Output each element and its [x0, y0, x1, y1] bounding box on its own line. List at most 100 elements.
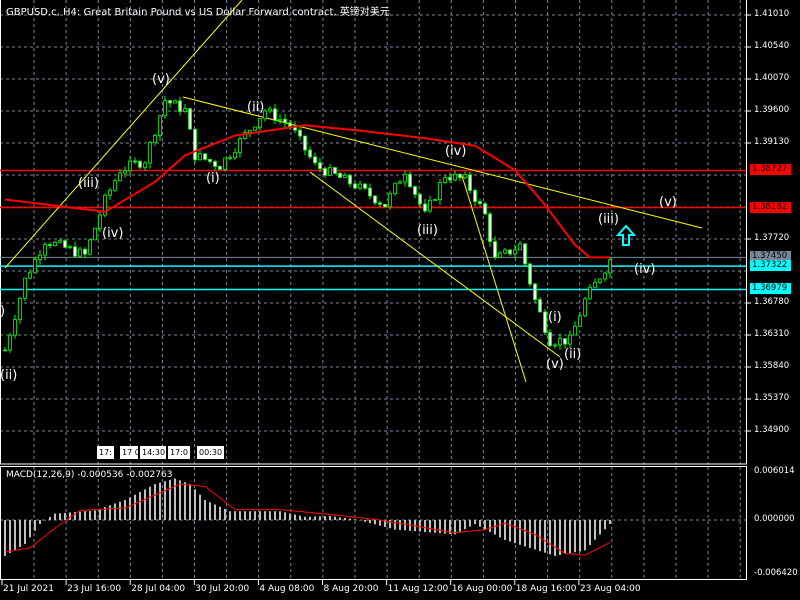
candle-body	[503, 249, 507, 254]
price-line-badge: 1.36979	[750, 283, 791, 295]
time-axis-label: 11 Aug 12:00	[387, 584, 449, 594]
candle-body	[408, 173, 412, 187]
candle-body	[483, 203, 487, 215]
candle-body	[38, 254, 42, 260]
time-axis-label: 8 Aug 20:00	[323, 584, 379, 594]
candle-body	[228, 157, 232, 159]
candle-body	[78, 248, 82, 257]
candle-body	[423, 203, 427, 212]
candle-body	[588, 286, 592, 300]
candle-body	[433, 199, 437, 201]
time-ruler-box: 17:	[95, 446, 114, 459]
candle-body	[328, 167, 332, 176]
time-axis-label: 28 Jul 04:00	[131, 584, 186, 594]
candle-body	[83, 248, 87, 255]
candle-body	[223, 157, 227, 170]
candle-body	[603, 272, 607, 280]
candle-body	[68, 246, 72, 249]
candle-body	[338, 173, 342, 178]
price-axis-label: 1.40540	[754, 41, 790, 51]
candle-body	[463, 174, 467, 179]
candle-body	[358, 183, 362, 189]
trend-line	[182, 96, 703, 229]
candle-body	[473, 190, 477, 202]
wave-label: (v)	[546, 357, 564, 372]
candle-body	[93, 227, 97, 241]
wave-label: (ii)	[247, 100, 265, 115]
price-axis-label: 1.39600	[754, 105, 790, 115]
candle-body	[128, 160, 132, 172]
candle-body	[333, 167, 337, 174]
candle-body	[148, 142, 152, 164]
candle-body	[498, 252, 502, 258]
candle-body	[583, 298, 587, 317]
candle-body	[523, 243, 527, 265]
price-line-badge: 1.38727	[750, 164, 791, 176]
wave-label: (iv)	[102, 226, 124, 241]
candle-body	[213, 161, 217, 167]
candle-body	[238, 137, 242, 153]
macd-title: MACD(12,26,9) -0.000536 -0.002763	[6, 470, 173, 480]
candle-body	[193, 128, 197, 161]
price-axis-label: 1.41010	[754, 9, 790, 19]
candle-body	[118, 172, 122, 182]
candle-body	[428, 199, 432, 212]
candle-body	[493, 241, 497, 258]
candle-body	[438, 182, 442, 200]
candle-body	[538, 299, 542, 313]
candle-body	[278, 118, 282, 121]
candle-body	[398, 181, 402, 184]
candle-body	[488, 213, 492, 242]
candle-body	[343, 174, 347, 178]
candle-body	[28, 272, 32, 279]
macd-axis-label: 0.006014	[754, 466, 795, 476]
candle-body	[248, 129, 252, 133]
trend-line	[4, 0, 243, 269]
candle-body	[563, 338, 567, 345]
candle-body	[553, 344, 557, 347]
wave-label: )	[0, 304, 6, 319]
price-axis-label: 1.35840	[754, 361, 790, 371]
candle-body	[113, 180, 117, 191]
candle-body	[318, 162, 322, 169]
price-axis-label: 1.36310	[754, 329, 790, 339]
candle-body	[108, 189, 112, 196]
macd-axis-label: -0.006420	[754, 568, 798, 578]
candle-body	[448, 177, 452, 181]
candle-body	[268, 108, 272, 112]
up-arrow-icon	[615, 224, 637, 246]
price-axis-label: 1.40070	[754, 73, 790, 83]
candle-body	[303, 135, 307, 151]
time-axis-label: 23 Jul 16:00	[67, 584, 122, 594]
candle-body	[453, 173, 457, 181]
candle-body	[573, 325, 577, 336]
candle-body	[63, 240, 67, 248]
candle-body	[518, 243, 522, 251]
price-line-badge: 1.37322	[750, 260, 791, 272]
time-axis-label: 16 Aug 00:00	[451, 584, 513, 594]
candle-body	[533, 283, 537, 300]
candle-body	[373, 195, 377, 204]
candle-body	[308, 149, 312, 158]
candle-body	[58, 240, 62, 243]
candle-body	[323, 168, 327, 176]
wave-label: (i)	[206, 171, 220, 186]
candle-body	[513, 249, 517, 255]
candle-body	[158, 115, 162, 136]
candle-body	[578, 315, 582, 327]
price-chart[interactable]	[0, 0, 800, 600]
candle-body	[608, 259, 612, 274]
wave-label: (v)	[659, 195, 677, 210]
candle-body	[378, 202, 382, 205]
candle-body	[178, 100, 182, 112]
candle-body	[348, 174, 352, 185]
candle-body	[253, 126, 257, 131]
candle-body	[208, 159, 212, 162]
price-axis-label: 1.37720	[754, 233, 790, 243]
candle-body	[33, 259, 37, 274]
candle-body	[173, 100, 177, 104]
candle-body	[458, 173, 462, 179]
wave-label: (ii)	[564, 347, 582, 362]
candle-body	[3, 349, 7, 352]
candle-body	[313, 156, 317, 164]
